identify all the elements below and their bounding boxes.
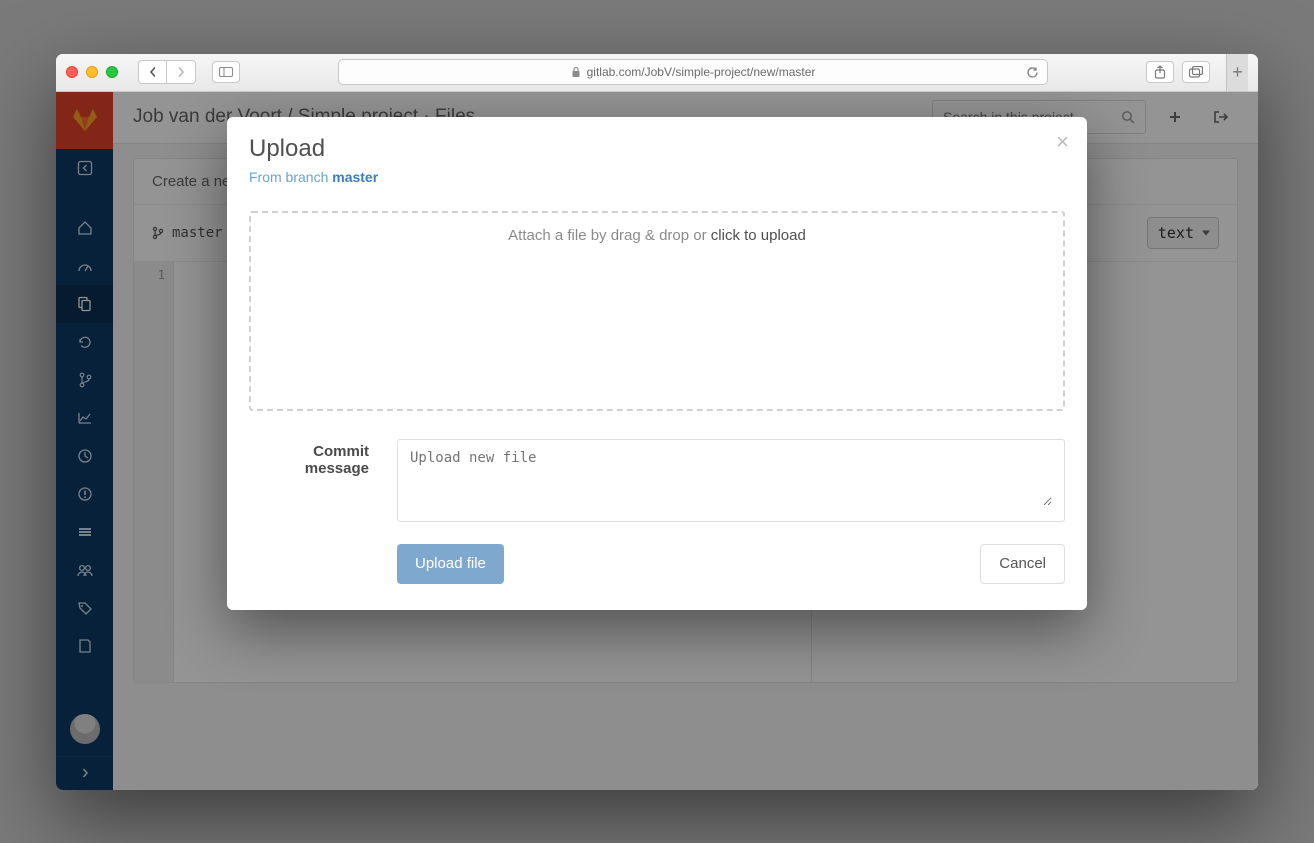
modal-branch-name: master bbox=[332, 169, 378, 185]
modal-subtitle: From branch master bbox=[249, 169, 1065, 185]
modal-title: Upload bbox=[249, 135, 1065, 163]
commit-row: Commit message bbox=[249, 439, 1065, 522]
modal-branch-prefix: From branch bbox=[249, 169, 332, 185]
commit-field bbox=[397, 439, 1065, 522]
commit-label: Commit message bbox=[249, 439, 369, 522]
minimize-window-button[interactable] bbox=[86, 66, 98, 78]
cancel-button-label: Cancel bbox=[999, 555, 1046, 572]
dropzone-text: Attach a file by drag & drop or bbox=[508, 227, 711, 244]
commit-input[interactable] bbox=[410, 450, 1052, 506]
history-nav bbox=[138, 60, 196, 84]
dropzone-link[interactable]: click to upload bbox=[711, 227, 806, 244]
toolbar-right bbox=[1146, 61, 1210, 83]
modal-header: Upload From branch master × bbox=[227, 117, 1087, 199]
modal-actions: Upload file Cancel bbox=[249, 544, 1065, 584]
share-button[interactable] bbox=[1146, 61, 1174, 83]
maximize-window-button[interactable] bbox=[106, 66, 118, 78]
lock-icon bbox=[571, 66, 581, 78]
app: Job van der Voort / Simple project · Fil… bbox=[56, 92, 1258, 790]
dropzone[interactable]: Attach a file by drag & drop or click to… bbox=[249, 211, 1065, 411]
window-controls bbox=[66, 66, 118, 78]
upload-button-label: Upload file bbox=[415, 555, 486, 572]
address-bar-text: gitlab.com/JobV/simple-project/new/maste… bbox=[587, 65, 816, 79]
address-bar[interactable]: gitlab.com/JobV/simple-project/new/maste… bbox=[338, 59, 1048, 85]
modal-container: Upload From branch master × Attach a fil… bbox=[56, 92, 1258, 790]
new-tab-button[interactable]: + bbox=[1226, 54, 1248, 92]
close-icon[interactable]: × bbox=[1056, 131, 1069, 153]
upload-button[interactable]: Upload file bbox=[397, 544, 504, 584]
tabs-button[interactable] bbox=[1182, 61, 1210, 83]
cancel-button[interactable]: Cancel bbox=[980, 544, 1065, 584]
back-button[interactable] bbox=[139, 61, 167, 83]
sidebar-toggle-button[interactable] bbox=[212, 61, 240, 83]
upload-modal: Upload From branch master × Attach a fil… bbox=[227, 117, 1087, 610]
reload-icon[interactable] bbox=[1026, 66, 1039, 79]
modal-body: Attach a file by drag & drop or click to… bbox=[227, 199, 1087, 610]
browser-window: gitlab.com/JobV/simple-project/new/maste… bbox=[56, 54, 1258, 790]
forward-button[interactable] bbox=[167, 61, 195, 83]
mac-titlebar: gitlab.com/JobV/simple-project/new/maste… bbox=[56, 54, 1258, 92]
close-window-button[interactable] bbox=[66, 66, 78, 78]
